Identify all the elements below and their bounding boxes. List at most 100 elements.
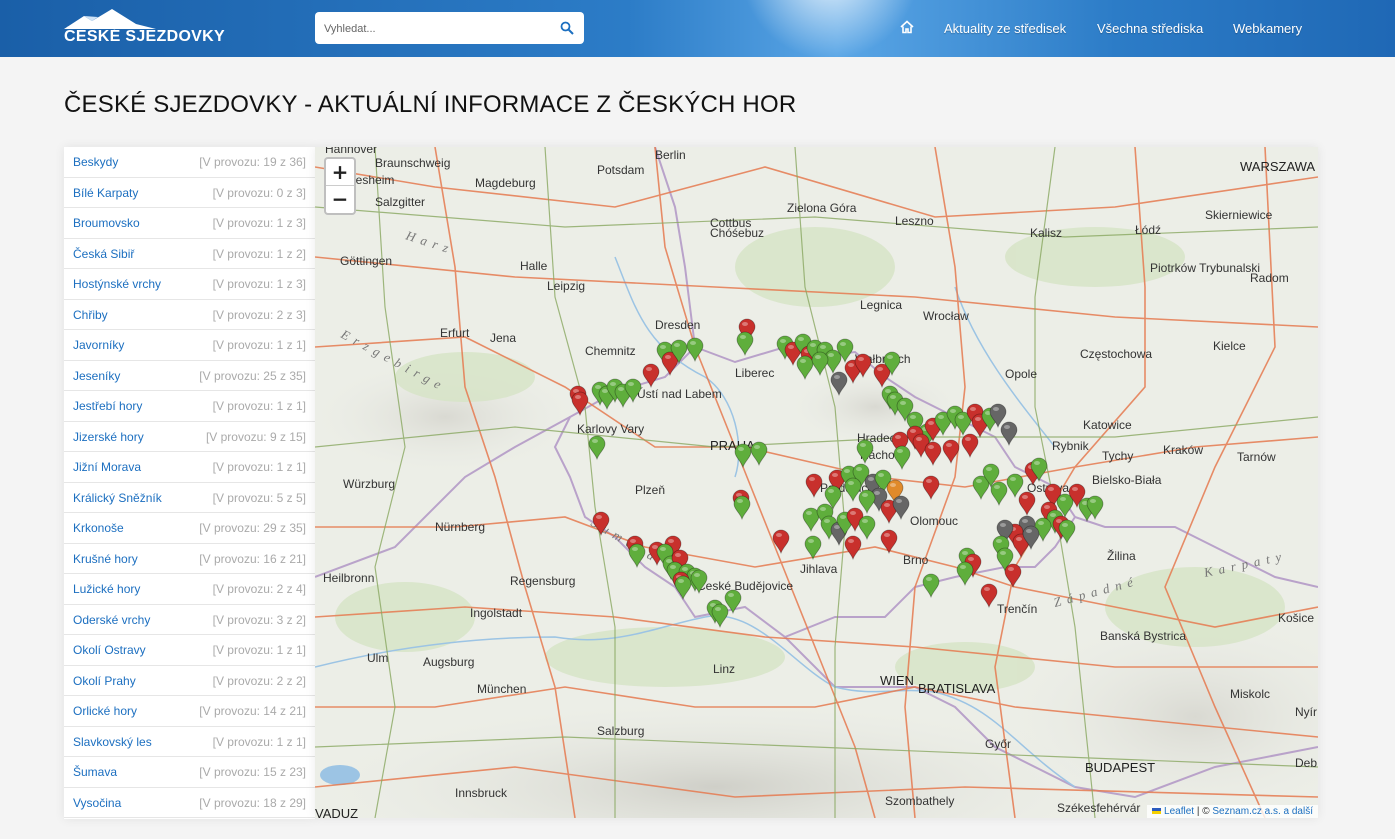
map-city-label: Leszno	[895, 214, 934, 228]
region-name-link[interactable]: Chřiby	[73, 308, 108, 322]
mountain-logo-icon	[64, 9, 156, 29]
map-city-label: VADUZ	[315, 806, 358, 818]
region-row[interactable]: Javorníky [V provozu: 1 z 1]	[64, 330, 315, 361]
region-name-link[interactable]: Bílé Karpaty	[73, 186, 138, 200]
region-row[interactable]: Česká Sibiř [V provozu: 1 z 2]	[64, 239, 315, 269]
map-city-label: Łódź	[1135, 223, 1161, 237]
map-city-label: Kielce	[1213, 339, 1246, 353]
region-name-link[interactable]: Česká Sibiř	[73, 247, 134, 261]
region-row[interactable]: Jižní Morava [V provozu: 1 z 1]	[64, 452, 315, 483]
region-row[interactable]: Jeseníky [V provozu: 25 z 35]	[64, 361, 315, 391]
region-row[interactable]: Krkonoše [V provozu: 29 z 35]	[64, 513, 315, 544]
map-city-label: Liberec	[735, 366, 774, 380]
map-city-label: Halle	[520, 259, 548, 273]
map-city-label: Nyír	[1295, 705, 1317, 719]
map-city-label: Opole	[1005, 367, 1037, 381]
page-title: ČESKÉ SJEZDOVKY - AKTUÁLNÍ INFORMACE Z Č…	[64, 91, 797, 118]
region-status: [V provozu: 1 z 1]	[212, 338, 306, 352]
region-status: [V provozu: 2 z 3]	[212, 307, 306, 322]
map-city-label: Ingolstadt	[470, 606, 523, 620]
region-name-link[interactable]: Slavkovský les	[73, 735, 152, 749]
region-name-link[interactable]: Orlické hory	[73, 704, 137, 718]
region-row[interactable]: Broumovsko [V provozu: 1 z 3]	[64, 208, 315, 239]
header-sun-decoration	[740, 0, 920, 57]
leaflet-link[interactable]: Leaflet	[1164, 806, 1194, 817]
nav-webcams-link[interactable]: Webkamery	[1233, 21, 1302, 37]
search-icon[interactable]	[560, 21, 574, 35]
region-status: [V provozu: 18 z 29]	[199, 795, 306, 810]
ukraine-flag-icon	[1152, 808, 1162, 815]
map-city-label: Leipzig	[547, 279, 585, 293]
map-city-label: Salzburg	[597, 724, 644, 738]
map-city-label: Innsbruck	[455, 786, 508, 800]
map-city-label: Ústí nad Labem	[637, 386, 722, 401]
region-name-link[interactable]: Okolí Prahy	[73, 674, 136, 688]
map-city-label: Hannover	[325, 147, 377, 156]
nav-all-resorts-link[interactable]: Všechna střediska	[1097, 21, 1203, 37]
region-status: [V provozu: 19 z 36]	[199, 155, 306, 169]
map[interactable]: Hannover Braunschweig Potsdam Berlin Magdebu…	[315, 147, 1318, 818]
region-name-link[interactable]: Broumovsko	[73, 216, 140, 230]
region-row[interactable]: Slavkovský les [V provozu: 1 z 1]	[64, 727, 315, 757]
region-row[interactable]: Vysočina [V provozu: 18 z 29]	[64, 788, 315, 818]
region-status: [V provozu: 29 z 35]	[199, 521, 306, 535]
region-name-link[interactable]: Krušné hory	[73, 552, 138, 566]
region-name-link[interactable]: Hostýnské vrchy	[73, 277, 161, 291]
zoom-out-button[interactable]: −	[326, 186, 354, 212]
region-row[interactable]: Okolí Ostravy [V provozu: 1 z 1]	[64, 635, 315, 666]
zoom-control: + −	[324, 157, 356, 215]
region-name-link[interactable]: Beskydy	[73, 155, 118, 169]
region-row[interactable]: Beskydy [V provozu: 19 z 36]	[64, 147, 315, 178]
search-input[interactable]	[315, 12, 556, 46]
region-row[interactable]: Šumava [V provozu: 15 z 23]	[64, 757, 315, 788]
region-row[interactable]: Chřiby [V provozu: 2 z 3]	[64, 300, 315, 330]
region-row[interactable]: Jizerské hory [V provozu: 9 z 15]	[64, 422, 315, 452]
region-row[interactable]: Králický Sněžník [V provozu: 5 z 5]	[64, 483, 315, 513]
region-name-link[interactable]: Šumava	[73, 765, 117, 779]
region-row[interactable]: Hostýnské vrchy [V provozu: 1 z 3]	[64, 269, 315, 300]
map-city-label: Katowice	[1083, 418, 1132, 432]
region-name-link[interactable]: Jizerské hory	[73, 430, 144, 444]
region-list: Beskydy [V provozu: 19 z 36] Bílé Karpaty […	[64, 147, 315, 819]
region-status: [V provozu: 1 z 1]	[212, 734, 306, 749]
region-name-link[interactable]: Lužické hory	[73, 582, 140, 596]
region-status: [V provozu: 1 z 1]	[212, 399, 306, 413]
home-icon[interactable]	[900, 20, 914, 34]
map-city-label: Zielona Góra	[787, 201, 857, 215]
seznam-link[interactable]: Seznam.cz a.s. a další	[1212, 806, 1313, 817]
map-city-label: Kraków	[1163, 443, 1203, 457]
map-city-label: Legnica	[860, 298, 902, 312]
map-city-label: Magdeburg	[475, 176, 536, 190]
attribution-separator: | ©	[1194, 806, 1213, 817]
region-row[interactable]: Oderské vrchy [V provozu: 3 z 2]	[64, 605, 315, 635]
map-city-label: Erfurt	[440, 326, 470, 340]
region-row[interactable]: Lužické hory [V provozu: 2 z 4]	[64, 574, 315, 605]
region-row[interactable]: Bílé Karpaty [V provozu: 0 z 3]	[64, 178, 315, 208]
region-row[interactable]: Krušné hory [V provozu: 16 z 21]	[64, 544, 315, 574]
region-name-link[interactable]: Javorníky	[73, 338, 124, 352]
region-status: [V provozu: 1 z 1]	[212, 643, 306, 657]
map-attribution: Leaflet | © Seznam.cz a.s. a další	[1147, 805, 1318, 818]
region-name-link[interactable]: Krkonoše	[73, 521, 124, 535]
zoom-in-button[interactable]: +	[326, 159, 354, 186]
region-name-link[interactable]: Jižní Morava	[73, 460, 141, 474]
region-name-link[interactable]: Okolí Ostravy	[73, 643, 146, 657]
region-status: [V provozu: 16 z 21]	[199, 551, 306, 566]
nav-news-link[interactable]: Aktuality ze středisek	[944, 21, 1066, 37]
region-row[interactable]: Okolí Prahy [V provozu: 2 z 2]	[64, 666, 315, 696]
site-logo[interactable]: ČESKÉ SJEZDOVKY	[64, 8, 225, 48]
map-city-label: Berlin	[655, 148, 686, 162]
map-city-label: Regensburg	[510, 574, 575, 588]
region-name-link[interactable]: Vysočina	[73, 796, 121, 810]
region-status: [V provozu: 3 z 2]	[212, 612, 306, 627]
map-city-label: Miskolc	[1230, 687, 1270, 701]
region-name-link[interactable]: Králický Sněžník	[73, 491, 162, 505]
region-name-link[interactable]: Jestřebí hory	[73, 399, 142, 413]
region-row[interactable]: Jestřebí hory [V provozu: 1 z 1]	[64, 391, 315, 422]
region-row[interactable]: Orlické hory [V provozu: 14 z 21]	[64, 696, 315, 727]
region-name-link[interactable]: Oderské vrchy	[73, 613, 150, 627]
region-name-link[interactable]: Jeseníky	[73, 369, 120, 383]
map-city-label: Győr	[985, 737, 1011, 751]
map-canvas[interactable]: HannoverBraunschweig Potsdam Berlin Magdebu…	[315, 147, 1318, 818]
map-city-label: WARSZAWA	[1240, 159, 1315, 174]
